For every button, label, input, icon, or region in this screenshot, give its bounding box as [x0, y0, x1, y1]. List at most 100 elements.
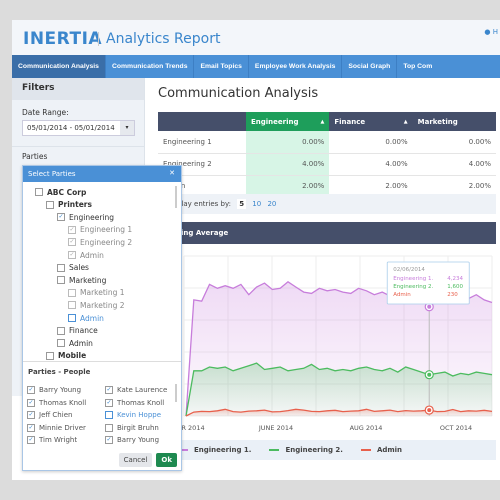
date-range-input[interactable]: 05/01/2014 - 05/01/2014 ▾ — [22, 120, 135, 136]
tree-item-label: Engineering 2 — [80, 237, 133, 247]
help-link[interactable]: ● H — [484, 28, 498, 36]
checkbox[interactable] — [57, 276, 65, 285]
tooltip-date: 02/06/2014 — [393, 267, 425, 273]
column-header-marketing[interactable]: Marketing — [412, 112, 496, 131]
date-range-label: Date Range: — [22, 108, 69, 117]
legend-item-engineering-1[interactable]: Engineering 1. — [178, 446, 251, 454]
checkbox[interactable] — [57, 339, 65, 348]
tree-item[interactable]: ✓ Engineering 2 — [68, 236, 132, 248]
page-size-20[interactable]: 20 — [267, 200, 276, 208]
page-size-5[interactable]: 5 — [237, 199, 247, 209]
checkbox[interactable]: ✓ — [27, 436, 35, 445]
person-item[interactable]: Birgit Bruhn — [105, 422, 159, 434]
tree-item[interactable]: ABC Corp — [35, 186, 86, 198]
checkbox[interactable]: ✓ — [27, 398, 35, 407]
checkbox[interactable]: ✓ — [68, 225, 76, 234]
checkbox[interactable] — [46, 351, 54, 360]
checkbox[interactable] — [68, 288, 76, 297]
checkbox[interactable] — [57, 326, 65, 335]
hover-point — [427, 408, 432, 413]
legend-swatch — [360, 449, 371, 451]
checkbox[interactable]: ✓ — [27, 386, 35, 394]
checkbox[interactable]: ✓ — [105, 386, 113, 394]
tree-item[interactable]: Printers — [46, 199, 92, 211]
scrollbar[interactable] — [175, 186, 177, 208]
person-item[interactable]: ✓ Thomas Knoll — [27, 397, 86, 409]
tab-communication-trends[interactable]: Communication Trends — [106, 55, 195, 78]
checkbox[interactable]: ✓ — [27, 411, 35, 420]
scrollbar[interactable] — [175, 384, 177, 402]
tooltip-series-name: Admin — [393, 292, 411, 298]
tree-item[interactable]: Mobile — [46, 350, 86, 362]
chart-legend: Engineering 1. Engineering 2. Admin — [158, 440, 496, 460]
tab-employee-work-analysis[interactable]: Employee Work Analysis — [249, 55, 343, 78]
checkbox[interactable] — [68, 314, 76, 322]
tree-item[interactable]: Finance — [57, 325, 98, 337]
person-item[interactable]: ✓ Kate Laurence — [105, 384, 167, 396]
tooltip-value: 1,600 — [447, 284, 463, 290]
person-item[interactable]: ✓ Thomas Knoll — [105, 397, 164, 409]
tree-item[interactable]: ✓ Admin — [68, 249, 104, 261]
person-item[interactable]: ✓ Barry Young — [105, 434, 159, 446]
app-header: INERTIA Analytics Report ● H — [12, 20, 500, 55]
column-header-finance[interactable]: Finance ▲ — [329, 112, 413, 131]
checkbox[interactable]: ✓ — [57, 213, 65, 222]
parties-label: Parties — [22, 152, 48, 161]
checkbox[interactable]: ✓ — [105, 436, 113, 445]
tree-item[interactable]: ✓ Engineering — [57, 211, 114, 223]
page-size-10[interactable]: 10 — [252, 200, 261, 208]
legend-item-engineering-2[interactable]: Engineering 2. — [269, 446, 343, 454]
person-name: Kevin Hoppe — [117, 411, 162, 420]
parties-select[interactable]: Select Parties ✕ — [23, 166, 181, 182]
page-title: Communication Analysis — [158, 86, 319, 101]
person-item[interactable]: ✓ Barry Young — [27, 384, 81, 396]
checkbox[interactable] — [68, 301, 76, 310]
tab-communication-analysis[interactable]: Communication Analysis — [12, 55, 106, 78]
column-header-blank — [158, 112, 246, 131]
tree-item[interactable]: Admin — [57, 337, 93, 349]
checkbox[interactable] — [35, 188, 43, 196]
tree-item[interactable]: Marketing — [57, 274, 106, 286]
x-tick-label: AUG 2014 — [350, 424, 383, 432]
checkbox[interactable]: ✓ — [68, 251, 76, 259]
divider — [98, 32, 99, 46]
tree-item[interactable]: Marketing 2 — [68, 299, 125, 311]
help-icon: ● — [484, 28, 491, 36]
person-item[interactable]: ✓ Jeff Chien — [27, 409, 72, 421]
tooltip-value: 4,234 — [447, 276, 463, 282]
rolling-average-chart: 02/06/2014 Engineering 1. 4,234 Engineering… — [171, 255, 493, 432]
tab-social-graph[interactable]: Social Graph — [342, 55, 398, 78]
legend-item-admin[interactable]: Admin — [360, 446, 402, 454]
checkbox[interactable]: ✓ — [68, 238, 76, 247]
main-nav: Communication Analysis Communication Tre… — [12, 55, 500, 78]
tree-item[interactable]: Sales — [57, 262, 89, 274]
checkbox[interactable] — [46, 200, 54, 209]
tree-item[interactable]: Admin — [68, 312, 104, 324]
hover-point — [427, 372, 432, 377]
person-item[interactable]: ✓ Minnie Driver — [27, 422, 86, 434]
tree-item[interactable]: Marketing 1 — [68, 287, 125, 299]
checkbox[interactable] — [105, 411, 113, 420]
tree-item[interactable]: ✓ Engineering 1 — [68, 224, 132, 236]
column-header-engineering[interactable]: Engineering ▲ — [246, 112, 330, 131]
checkbox[interactable] — [57, 263, 65, 272]
divider — [12, 146, 144, 147]
close-icon[interactable]: ✕ — [169, 169, 175, 177]
chevron-down-icon[interactable]: ▾ — [120, 121, 134, 135]
help-label: H — [492, 28, 498, 36]
checkbox[interactable]: ✓ — [105, 398, 113, 407]
person-name: Kate Laurence — [117, 386, 168, 394]
main-content: Communication Analysis Engineering ▲ Fina… — [146, 78, 500, 480]
person-item[interactable]: ✓ Tim Wright — [27, 434, 77, 446]
ok-button[interactable]: Ok — [156, 453, 177, 467]
table-row: Engineering 2 4.00% 4.00% 4.00% — [158, 153, 496, 176]
cancel-button[interactable]: Cancel — [118, 453, 153, 467]
tree-item-label: Marketing 2 — [80, 300, 125, 310]
tab-top-com[interactable]: Top Com — [397, 55, 500, 78]
tree-item-label: Admin — [80, 313, 104, 323]
person-item[interactable]: Kevin Hoppe — [105, 409, 161, 421]
tree-item-label: Engineering 1 — [80, 225, 133, 235]
checkbox[interactable] — [105, 423, 113, 432]
tab-email-topics[interactable]: Email Topics — [194, 55, 249, 78]
checkbox[interactable]: ✓ — [27, 423, 35, 432]
